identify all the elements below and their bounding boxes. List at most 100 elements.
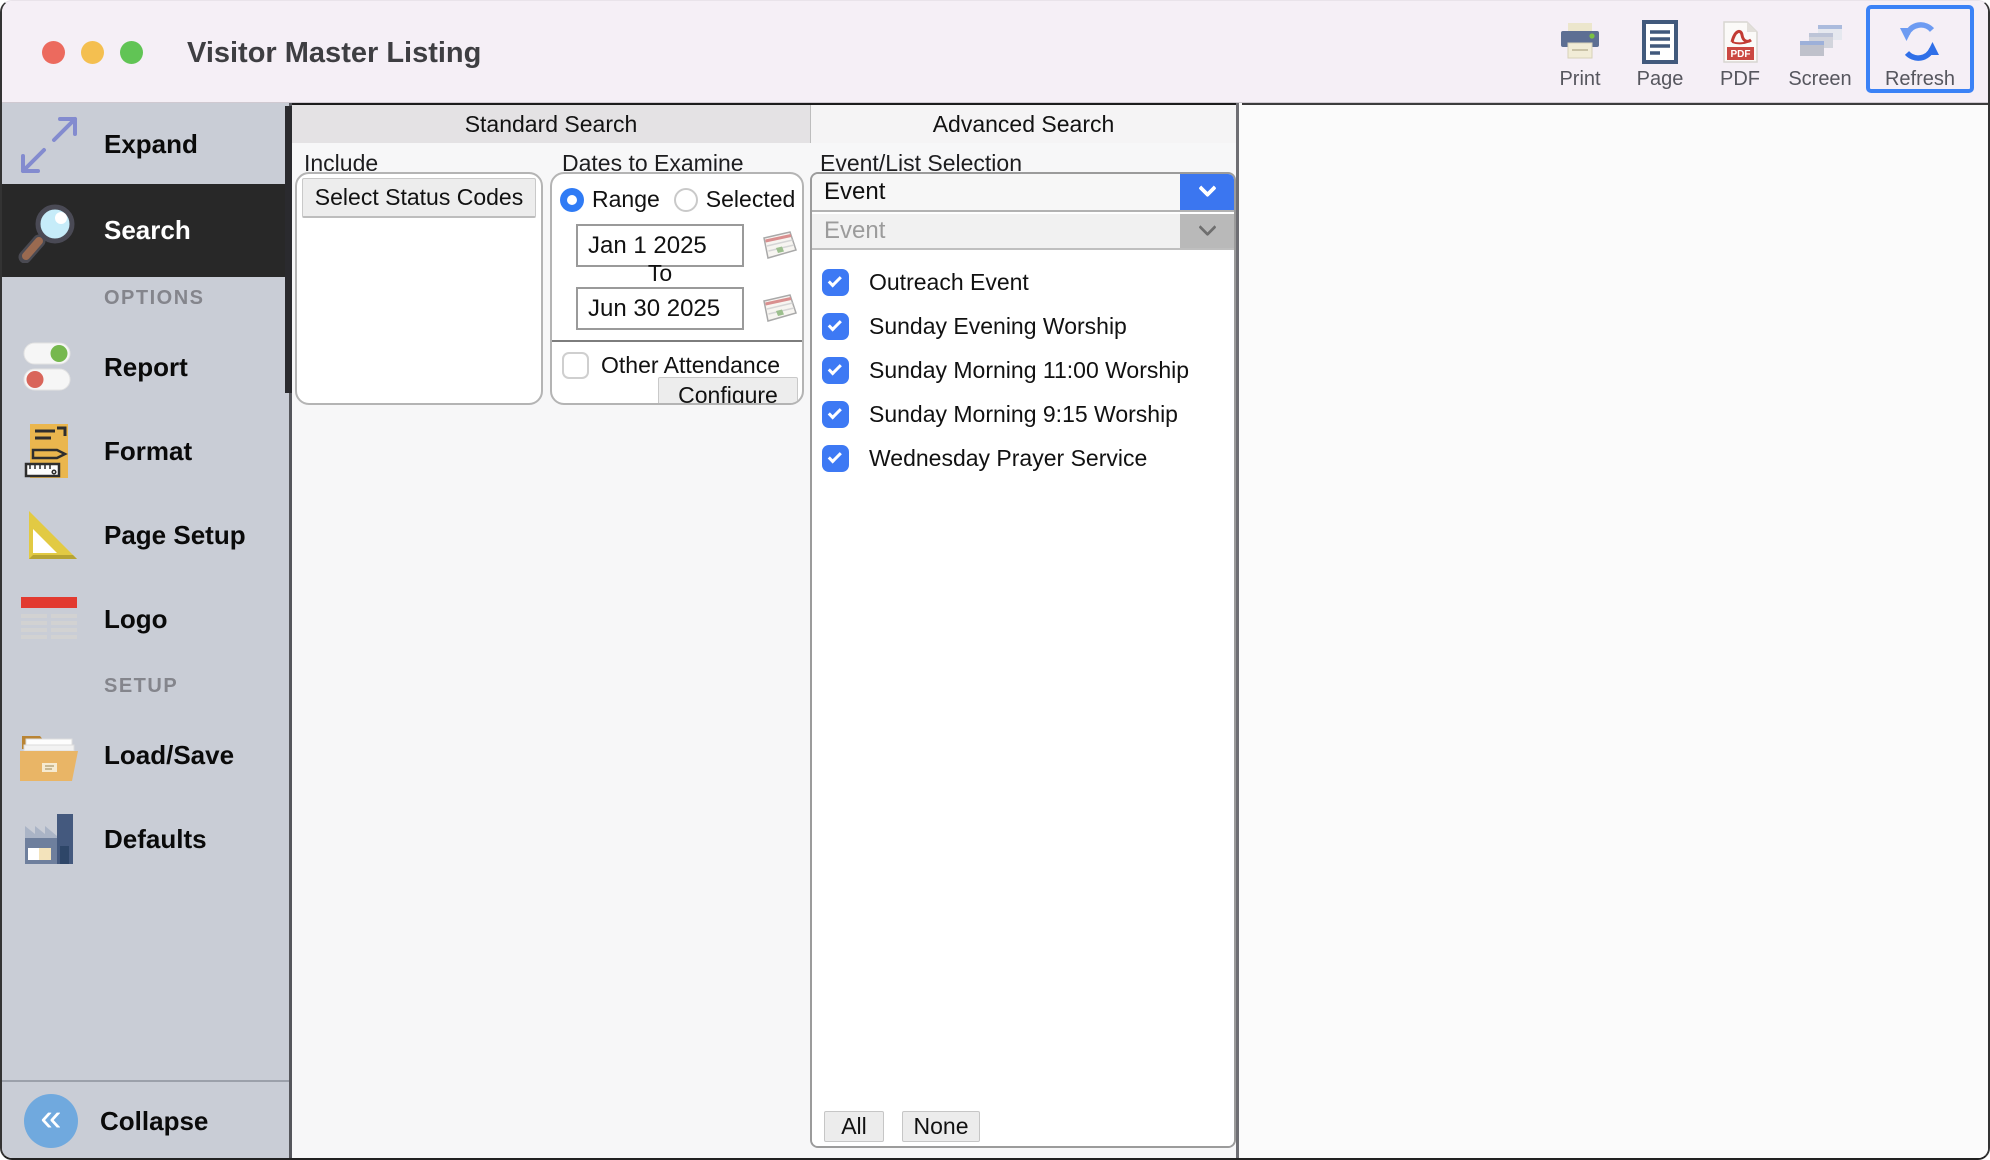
list-item[interactable]: Sunday Evening Worship	[814, 304, 1232, 348]
search-pane: Standard Search Advanced Search Include …	[292, 103, 1239, 1158]
page-button[interactable]: Page	[1620, 5, 1700, 91]
page-icon	[1620, 19, 1700, 65]
divider	[552, 340, 802, 342]
checked-checkbox[interactable]	[822, 356, 849, 384]
pdf-badge-text: PDF	[1731, 49, 1751, 60]
report-preview-area	[1242, 103, 1988, 1158]
list-item[interactable]: Wednesday Prayer Service	[814, 436, 1232, 480]
sidebar-item-format[interactable]: Format	[2, 409, 289, 493]
list-item[interactable]: Outreach Event	[814, 260, 1232, 304]
expand-arrows-icon	[16, 115, 82, 175]
check-icon	[827, 360, 842, 375]
refresh-icon	[1870, 19, 1970, 65]
sidebar-item-page-setup[interactable]: Page Setup	[2, 493, 289, 577]
dropdown-chevron-button[interactable]	[1180, 174, 1234, 210]
letterhead-icon	[16, 595, 82, 643]
sidebar-item-load-save[interactable]: Load/Save	[2, 713, 289, 797]
toggles-icon	[16, 338, 82, 396]
sidebar-item-logo[interactable]: Logo	[2, 577, 289, 661]
zoom-window-button[interactable]	[120, 41, 143, 64]
search-tabs: Standard Search Advanced Search	[292, 103, 1236, 143]
minimize-window-button[interactable]	[81, 41, 104, 64]
event-type-dropdown[interactable]: Event	[812, 174, 1234, 212]
sidebar-item-defaults[interactable]: Defaults	[2, 797, 289, 881]
event-item-label: Outreach Event	[869, 268, 1029, 295]
check-icon	[827, 272, 842, 287]
sidebar-item-report[interactable]: Report	[2, 325, 289, 409]
list-item[interactable]: Sunday Morning 9:15 Worship	[814, 392, 1232, 436]
check-icon	[827, 316, 842, 331]
date-mode-radios: Range Selected	[560, 186, 795, 213]
select-none-button[interactable]: None	[902, 1110, 980, 1142]
factory-icon	[16, 810, 82, 868]
sidebar-item-label: Report	[104, 351, 188, 382]
dates-panel: Range Selected Jan 1 2025 To Jun 30 2025…	[550, 172, 804, 405]
print-label: Print	[1559, 68, 1601, 90]
checked-checkbox[interactable]	[822, 312, 849, 340]
checked-checkbox[interactable]	[822, 444, 849, 472]
sidebar-item-label: Search	[104, 215, 191, 245]
tab-advanced-search[interactable]: Advanced Search	[811, 105, 1236, 143]
page-label: Page	[1636, 68, 1684, 90]
select-all-button[interactable]: All	[824, 1110, 884, 1142]
screen-windows-icon	[1780, 19, 1860, 65]
collapse-chevrons-icon: «	[24, 1094, 78, 1148]
event-type-value: Event	[824, 178, 886, 205]
open-folder-icon	[16, 726, 82, 784]
screen-button[interactable]: Screen	[1780, 5, 1860, 91]
sidebar-scrollbar-thumb[interactable]	[285, 106, 292, 393]
main-area: Standard Search Advanced Search Include …	[292, 103, 1988, 1158]
tab-standard-search[interactable]: Standard Search	[292, 105, 811, 143]
sidebar-item-expand[interactable]: Expand	[2, 105, 289, 184]
other-attendance-label: Other Attendance	[601, 352, 781, 378]
app-window: Visitor Master Listing Print Page PDF PD…	[0, 0, 1990, 1160]
checked-checkbox[interactable]	[822, 400, 849, 428]
set-square-icon	[16, 507, 82, 563]
event-checkbox-list: Outreach Event Sunday Evening Worship Su…	[814, 252, 1232, 1108]
calendar-picker-icon[interactable]	[756, 228, 800, 264]
sidebar-item-label: Load/Save	[104, 739, 235, 770]
event-list-footer: All None	[812, 1106, 1234, 1146]
sidebar-item-label: Format	[104, 435, 193, 466]
sidebar-collapse-button[interactable]: « Collapse	[2, 1080, 289, 1158]
refresh-button[interactable]: Refresh	[1866, 5, 1974, 93]
chevron-down-icon	[1197, 178, 1217, 197]
pdf-label: PDF	[1720, 68, 1760, 90]
refresh-label: Refresh	[1884, 68, 1956, 90]
configure-button[interactable]: Configure	[658, 377, 798, 403]
sidebar-options-header: OPTIONS	[104, 287, 205, 309]
date-to-field[interactable]: Jun 30 2025	[576, 287, 744, 330]
select-status-codes-button[interactable]: Select Status Codes	[302, 178, 536, 218]
print-button[interactable]: Print	[1540, 5, 1620, 91]
check-icon	[827, 448, 842, 463]
range-radio[interactable]	[560, 187, 584, 212]
event-item-label: Sunday Evening Worship	[869, 312, 1127, 339]
event-item-label: Sunday Morning 11:00 Worship	[869, 356, 1190, 383]
list-item[interactable]: Sunday Morning 11:00 Worship	[814, 348, 1232, 392]
calendar-picker-icon[interactable]	[756, 291, 800, 327]
sidebar-item-search[interactable]: Search	[2, 184, 289, 277]
other-attendance-row: Other Attendance	[562, 352, 780, 379]
event-subtype-value: Event	[824, 217, 886, 244]
checked-checkbox[interactable]	[822, 268, 849, 296]
include-panel: Select Status Codes	[295, 172, 543, 405]
sidebar-setup-header: SETUP	[104, 675, 179, 697]
selected-radio-label: Selected	[705, 186, 796, 212]
pdf-button[interactable]: PDF PDF	[1700, 5, 1780, 91]
toolbar: Print Page PDF PDF Screen Refresh	[1540, 5, 1974, 93]
other-attendance-checkbox[interactable]	[562, 352, 589, 379]
format-document-icon	[16, 420, 82, 482]
screen-label: Screen	[1788, 68, 1852, 90]
selected-radio[interactable]	[673, 187, 698, 212]
to-label: To	[647, 260, 673, 286]
close-window-button[interactable]	[42, 41, 65, 64]
dropdown-chevron-button-disabled	[1180, 214, 1234, 248]
search-magnifier-icon	[16, 199, 82, 263]
sidebar-item-label: Logo	[104, 603, 168, 634]
sidebar: Expand Search OPTIONS Report Format Page…	[2, 103, 292, 1158]
collapse-label: Collapse	[100, 1105, 209, 1136]
event-subtype-dropdown-disabled: Event	[812, 214, 1234, 250]
event-list-panel: Event Event Outreach Event Sunday Evenin…	[810, 172, 1236, 1148]
title-bar: Visitor Master Listing Print Page PDF PD…	[2, 1, 1988, 103]
sidebar-item-label: Page Setup	[104, 519, 246, 550]
